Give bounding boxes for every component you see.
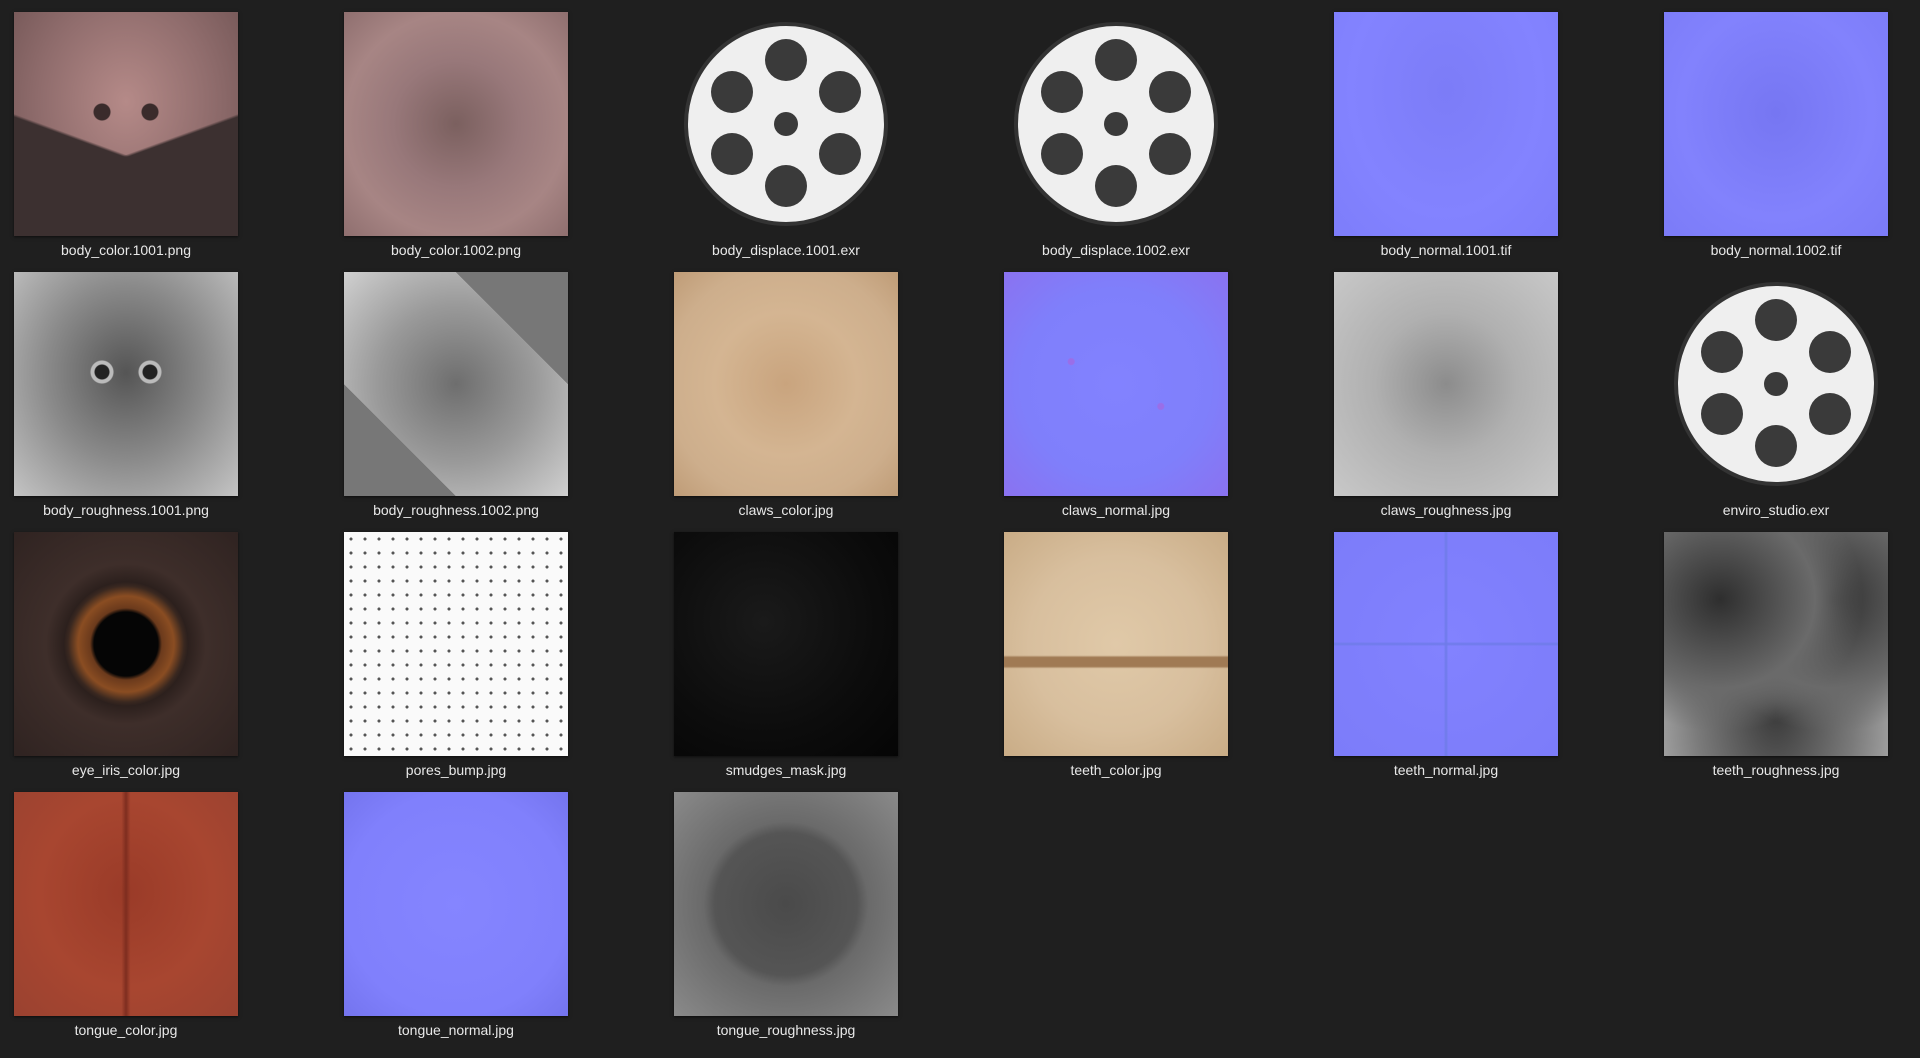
file-tile[interactable]: body_color.1002.png	[344, 12, 674, 264]
file-tile[interactable]: smudges_mask.jpg	[674, 532, 1004, 784]
file-thumbnail	[674, 272, 898, 496]
file-thumbnail	[1664, 12, 1888, 236]
file-tile[interactable]: body_normal.1002.tif	[1664, 12, 1920, 264]
file-name-label: claws_color.jpg	[738, 502, 834, 518]
file-name-label: body_normal.1001.tif	[1380, 242, 1512, 258]
file-name-label: body_normal.1002.tif	[1710, 242, 1842, 258]
file-thumbnail	[674, 532, 898, 756]
file-tile[interactable]: tongue_roughness.jpg	[674, 792, 1004, 1044]
file-thumbnail	[14, 12, 238, 236]
file-tile[interactable]: body_roughness.1002.png	[344, 272, 674, 524]
file-name-label: teeth_roughness.jpg	[1712, 762, 1840, 778]
file-tile[interactable]: enviro_studio.exr	[1664, 272, 1920, 524]
file-thumbnail	[1334, 12, 1558, 236]
file-tile[interactable]: claws_normal.jpg	[1004, 272, 1334, 524]
file-tile[interactable]: body_displace.1001.exr	[674, 12, 1004, 264]
file-name-label: body_color.1001.png	[61, 242, 191, 258]
file-name-label: teeth_color.jpg	[1070, 762, 1162, 778]
file-tile[interactable]: eye_iris_color.jpg	[14, 532, 344, 784]
file-tile[interactable]: body_color.1001.png	[14, 12, 344, 264]
file-thumbnail	[344, 532, 568, 756]
file-thumbnail	[14, 792, 238, 1016]
file-tile[interactable]: teeth_normal.jpg	[1334, 532, 1664, 784]
file-thumbnail	[14, 532, 238, 756]
file-tile[interactable]: pores_bump.jpg	[344, 532, 674, 784]
file-name-label: smudges_mask.jpg	[725, 762, 847, 778]
file-name-label: tongue_roughness.jpg	[716, 1022, 856, 1038]
file-tile[interactable]: body_roughness.1001.png	[14, 272, 344, 524]
file-thumbnail	[674, 12, 898, 236]
file-name-label: claws_roughness.jpg	[1380, 502, 1512, 518]
file-tile[interactable]: claws_roughness.jpg	[1334, 272, 1664, 524]
file-thumbnail	[1004, 12, 1228, 236]
file-name-label: tongue_color.jpg	[74, 1022, 178, 1038]
file-name-label: eye_iris_color.jpg	[71, 762, 181, 778]
file-thumbnail	[674, 792, 898, 1016]
file-thumbnail	[1334, 272, 1558, 496]
file-name-label: teeth_normal.jpg	[1393, 762, 1499, 778]
file-tile[interactable]: tongue_normal.jpg	[344, 792, 674, 1044]
file-name-label: body_roughness.1002.png	[373, 502, 539, 518]
file-name-label: enviro_studio.exr	[1722, 502, 1830, 518]
file-thumbnail	[1004, 532, 1228, 756]
file-thumbnail	[1004, 272, 1228, 496]
file-thumbnail-grid: body_color.1001.png body_color.1002.png bo…	[0, 0, 1920, 1058]
file-thumbnail	[1664, 532, 1888, 756]
file-name-label: tongue_normal.jpg	[398, 1022, 514, 1038]
file-name-label: claws_normal.jpg	[1061, 502, 1171, 518]
file-name-label: body_color.1002.png	[391, 242, 521, 258]
file-name-label: body_displace.1001.exr	[712, 242, 860, 258]
file-tile[interactable]: tongue_color.jpg	[14, 792, 344, 1044]
film-reel-icon	[1674, 282, 1878, 486]
file-tile[interactable]: body_displace.1002.exr	[1004, 12, 1334, 264]
file-thumbnail	[344, 272, 568, 496]
file-name-label: body_roughness.1001.png	[43, 502, 209, 518]
file-thumbnail	[14, 272, 238, 496]
film-reel-icon	[684, 22, 888, 226]
file-thumbnail	[1334, 532, 1558, 756]
file-thumbnail	[344, 792, 568, 1016]
file-name-label: body_displace.1002.exr	[1042, 242, 1190, 258]
file-tile[interactable]: teeth_roughness.jpg	[1664, 532, 1920, 784]
file-tile[interactable]: claws_color.jpg	[674, 272, 1004, 524]
file-name-label: pores_bump.jpg	[405, 762, 507, 778]
file-tile[interactable]: teeth_color.jpg	[1004, 532, 1334, 784]
file-thumbnail	[344, 12, 568, 236]
file-tile[interactable]: body_normal.1001.tif	[1334, 12, 1664, 264]
film-reel-icon	[1014, 22, 1218, 226]
file-thumbnail	[1664, 272, 1888, 496]
